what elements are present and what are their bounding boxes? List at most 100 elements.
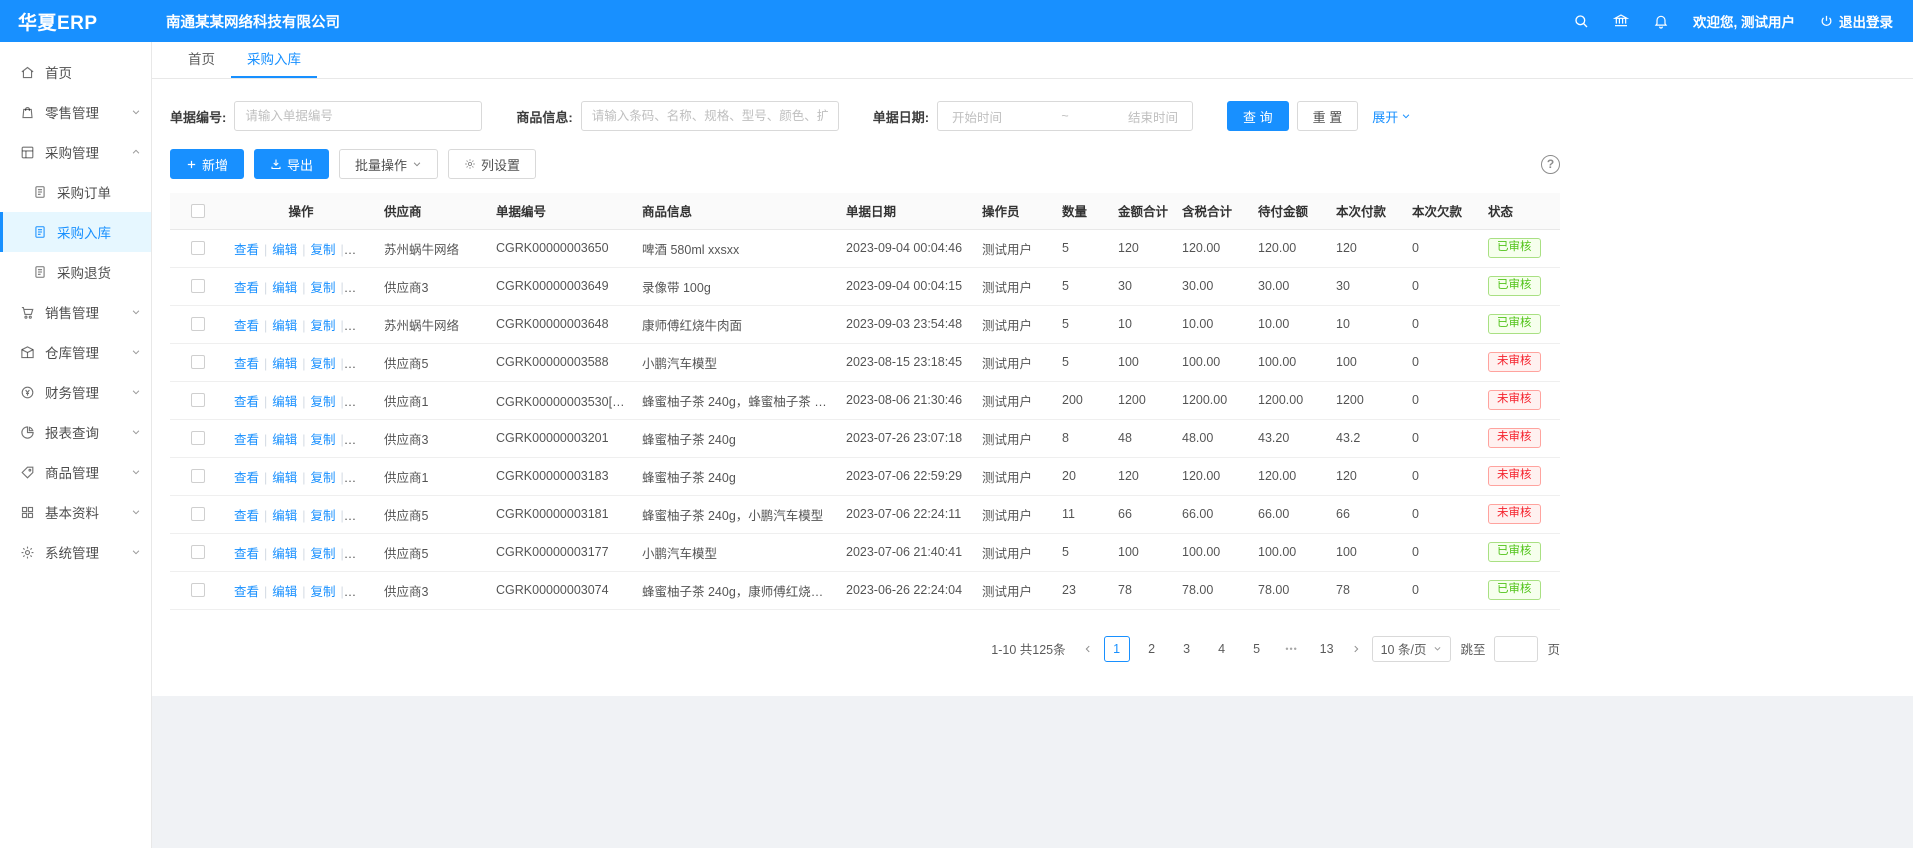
action-separator: | (264, 585, 267, 599)
col-header-qty: 数量 (1054, 193, 1110, 229)
view-link[interactable]: 查看 (234, 433, 259, 447)
row-checkbox[interactable] (191, 431, 205, 445)
product-cell: 蜂蜜柚子茶 240g (634, 419, 838, 457)
view-link[interactable]: 查看 (234, 509, 259, 523)
table-row: 查看|编辑|复制|删除供应商1CGRK00000003530[订]蜂蜜柚子茶 2… (170, 381, 1560, 419)
copy-link[interactable]: 复制 (311, 585, 336, 599)
sidebar-item-purchase-order[interactable]: 采购订单 (0, 172, 151, 212)
view-link[interactable]: 查看 (234, 395, 259, 409)
bank-icon[interactable] (1613, 13, 1629, 29)
sidebar-item-system[interactable]: 系统管理 (0, 532, 151, 572)
logout-button[interactable]: 退出登录 (1819, 11, 1893, 31)
product-info-input[interactable] (581, 101, 839, 131)
edit-link[interactable]: 编辑 (272, 585, 297, 599)
edit-link[interactable]: 编辑 (272, 433, 297, 447)
page-number[interactable]: 2 (1139, 636, 1165, 662)
main-area: 首页 采购入库 单据编号: 商品信息: 单据日期: 开始时间 ~ (152, 42, 1913, 848)
copy-link[interactable]: 复制 (311, 243, 336, 257)
action-separator: | (341, 471, 344, 485)
qty-cell: 23 (1054, 571, 1110, 609)
prev-page-button[interactable] (1081, 644, 1095, 654)
view-link[interactable]: 查看 (234, 585, 259, 599)
operator-cell: 测试用户 (974, 381, 1054, 419)
row-checkbox[interactable] (191, 317, 205, 331)
edit-link[interactable]: 编辑 (272, 547, 297, 561)
sidebar-item-basic-data[interactable]: 基本资料 (0, 492, 151, 532)
page-number[interactable]: 4 (1209, 636, 1235, 662)
page-number[interactable]: 3 (1174, 636, 1200, 662)
to-pay-cell: 30.00 (1250, 267, 1328, 305)
page-number[interactable]: 13 (1314, 636, 1340, 662)
edit-link[interactable]: 编辑 (272, 395, 297, 409)
view-link[interactable]: 查看 (234, 547, 259, 561)
copy-link[interactable]: 复制 (311, 319, 336, 333)
row-checkbox[interactable] (191, 583, 205, 597)
bill-no-input[interactable] (234, 101, 482, 131)
page-list: 12345•••13 (1104, 636, 1340, 662)
edit-link[interactable]: 编辑 (272, 319, 297, 333)
edit-link[interactable]: 编辑 (272, 509, 297, 523)
copy-link[interactable]: 复制 (311, 547, 336, 561)
copy-link[interactable]: 复制 (311, 395, 336, 409)
edit-link[interactable]: 编辑 (272, 357, 297, 371)
view-link[interactable]: 查看 (234, 319, 259, 333)
search-button[interactable]: 查 询 (1227, 101, 1289, 131)
add-button[interactable]: 新增 (170, 149, 244, 179)
page-unit-label: 页 (1547, 639, 1560, 658)
page-size-value: 10 条/页 (1381, 639, 1427, 658)
edit-link[interactable]: 编辑 (272, 471, 297, 485)
sidebar-item-goods[interactable]: 商品管理 (0, 452, 151, 492)
row-checkbox[interactable] (191, 279, 205, 293)
row-checkbox[interactable] (191, 545, 205, 559)
sidebar: 首页 零售管理 采购管理 采购订单 采购入库 采购退货 (0, 42, 152, 848)
view-link[interactable]: 查看 (234, 281, 259, 295)
date-cell: 2023-09-04 00:04:46 (838, 229, 974, 267)
sidebar-item-sales[interactable]: 销售管理 (0, 292, 151, 332)
date-range-picker[interactable]: 开始时间 ~ 结束时间 (937, 101, 1193, 131)
sidebar-item-purchase[interactable]: 采购管理 (0, 132, 151, 172)
tab-home[interactable]: 首页 (172, 42, 231, 78)
select-all-checkbox[interactable] (191, 204, 205, 218)
batch-actions-button[interactable]: 批量操作 (339, 149, 438, 179)
copy-link[interactable]: 复制 (311, 433, 336, 447)
copy-link[interactable]: 复制 (311, 281, 336, 295)
tax-total-cell: 30.00 (1174, 267, 1250, 305)
date-cell: 2023-07-06 21:40:41 (838, 533, 974, 571)
row-checkbox[interactable] (191, 469, 205, 483)
sidebar-item-warehouse[interactable]: 仓库管理 (0, 332, 151, 372)
sidebar-item-finance[interactable]: 财务管理 (0, 372, 151, 412)
next-page-button[interactable] (1349, 644, 1363, 654)
view-link[interactable]: 查看 (234, 471, 259, 485)
copy-link[interactable]: 复制 (311, 357, 336, 371)
copy-link[interactable]: 复制 (311, 471, 336, 485)
row-checkbox[interactable] (191, 241, 205, 255)
edit-link[interactable]: 编辑 (272, 281, 297, 295)
page-number[interactable]: 1 (1104, 636, 1130, 662)
row-checkbox[interactable] (191, 393, 205, 407)
reset-button[interactable]: 重 置 (1297, 101, 1359, 131)
col-header-debt: 本次欠款 (1404, 193, 1480, 229)
view-link[interactable]: 查看 (234, 357, 259, 371)
page-size-select[interactable]: 10 条/页 (1372, 636, 1452, 662)
col-header-amount: 金额合计 (1110, 193, 1174, 229)
expand-link[interactable]: 展开 (1372, 107, 1411, 126)
search-icon[interactable] (1573, 13, 1589, 29)
copy-link[interactable]: 复制 (311, 509, 336, 523)
tab-purchase-inbound[interactable]: 采购入库 (231, 42, 317, 78)
column-settings-button[interactable]: 列设置 (448, 149, 536, 179)
jump-to-input[interactable] (1494, 636, 1538, 662)
to-pay-cell: 66.00 (1250, 495, 1328, 533)
row-checkbox[interactable] (191, 507, 205, 521)
sidebar-item-purchase-inbound[interactable]: 采购入库 (0, 212, 151, 252)
sidebar-item-home[interactable]: 首页 (0, 52, 151, 92)
view-link[interactable]: 查看 (234, 243, 259, 257)
page-number[interactable]: 5 (1244, 636, 1270, 662)
row-checkbox[interactable] (191, 355, 205, 369)
bell-icon[interactable] (1653, 13, 1669, 29)
sidebar-item-reports[interactable]: 报表查询 (0, 412, 151, 452)
sidebar-item-retail[interactable]: 零售管理 (0, 92, 151, 132)
sidebar-item-purchase-return[interactable]: 采购退货 (0, 252, 151, 292)
export-button[interactable]: 导出 (254, 149, 329, 179)
help-icon[interactable]: ? (1541, 155, 1560, 174)
edit-link[interactable]: 编辑 (272, 243, 297, 257)
